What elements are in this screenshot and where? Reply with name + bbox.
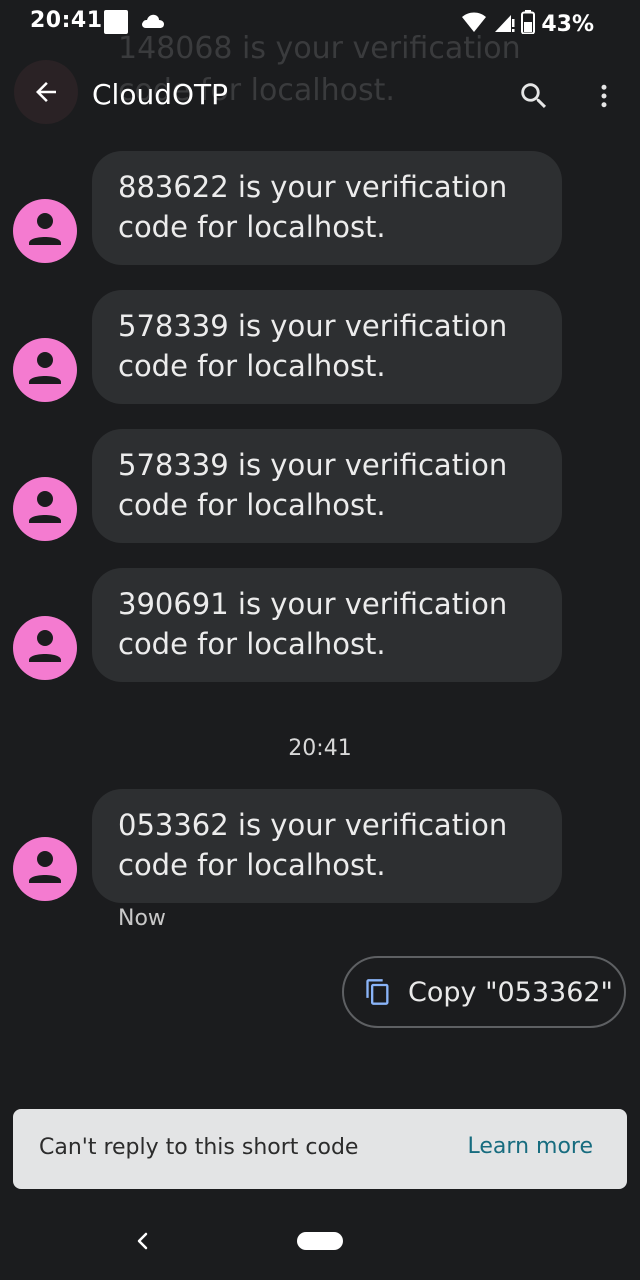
person-icon <box>29 352 61 384</box>
conversation-title: CloudOTP <box>92 78 229 111</box>
message-line-2: code for localhost. <box>118 848 386 882</box>
copy-code-chip[interactable]: Copy "053362" <box>342 956 626 1028</box>
nav-back-button[interactable] <box>128 1226 156 1256</box>
message-line-1: 883622 is your verification <box>118 170 508 204</box>
avatar[interactable] <box>13 616 77 680</box>
person-icon <box>29 491 61 523</box>
message-row: 578339 is your verification code for loc… <box>0 290 640 404</box>
message-line-1: 578339 is your verification <box>118 448 508 482</box>
message-row: 883622 is your verification code for loc… <box>0 151 640 265</box>
status-time: 20:41 <box>30 8 103 33</box>
avatar[interactable] <box>13 837 77 901</box>
messages-screen: 20:41 43% 148068 is your verification co… <box>0 0 640 1280</box>
chevron-left-icon <box>137 1232 148 1250</box>
learn-more-link[interactable]: Learn more <box>468 1134 593 1159</box>
back-button[interactable] <box>14 60 78 124</box>
person-icon <box>29 851 61 883</box>
message-line-2: code for localhost. <box>118 210 386 244</box>
message-line-2: code for localhost. <box>118 349 386 383</box>
message-row: 053362 is your verification code for loc… <box>0 789 640 903</box>
avatar[interactable] <box>13 338 77 402</box>
nav-home-pill[interactable] <box>297 1232 343 1250</box>
battery-icon <box>521 10 536 38</box>
message-row: 578339 is your verification code for loc… <box>0 429 640 543</box>
message-bubble[interactable]: 883622 is your verification code for loc… <box>92 151 562 265</box>
person-icon <box>29 630 61 662</box>
more-options-button[interactable] <box>580 72 628 120</box>
message-bubble[interactable]: 578339 is your verification code for loc… <box>92 429 562 543</box>
person-icon <box>29 213 61 245</box>
message-row: 390691 is your verification code for loc… <box>0 568 640 682</box>
copy-icon <box>366 979 389 1005</box>
timestamp-divider: 20:41 <box>288 736 352 761</box>
avatar[interactable] <box>13 199 77 263</box>
avatar[interactable] <box>13 477 77 541</box>
message-line-1: 390691 is your verification <box>118 587 508 621</box>
message-line-1: 053362 is your verification <box>118 808 508 842</box>
search-button[interactable] <box>510 72 558 120</box>
message-bubble[interactable]: 578339 is your verification code for loc… <box>92 290 562 404</box>
search-icon <box>521 83 547 109</box>
message-line-1: 578339 is your verification <box>118 309 508 343</box>
copy-chip-label: Copy "053362" <box>408 976 613 1008</box>
message-bubble[interactable]: 053362 is your verification code for loc… <box>92 789 562 903</box>
banner-text: Can't reply to this short code <box>39 1135 359 1160</box>
message-line-2: code for localhost. <box>118 627 386 661</box>
message-time-status: Now <box>118 906 166 931</box>
arrow-back-icon <box>36 82 56 102</box>
short-code-banner: Can't reply to this short code Learn mor… <box>13 1109 627 1189</box>
more-vert-icon <box>601 84 607 108</box>
message-line-2: code for localhost. <box>118 488 386 522</box>
top-app-bar: CloudOTP <box>0 56 640 138</box>
message-bubble[interactable]: 390691 is your verification code for loc… <box>92 568 562 682</box>
battery-percent: 43% <box>541 11 594 37</box>
